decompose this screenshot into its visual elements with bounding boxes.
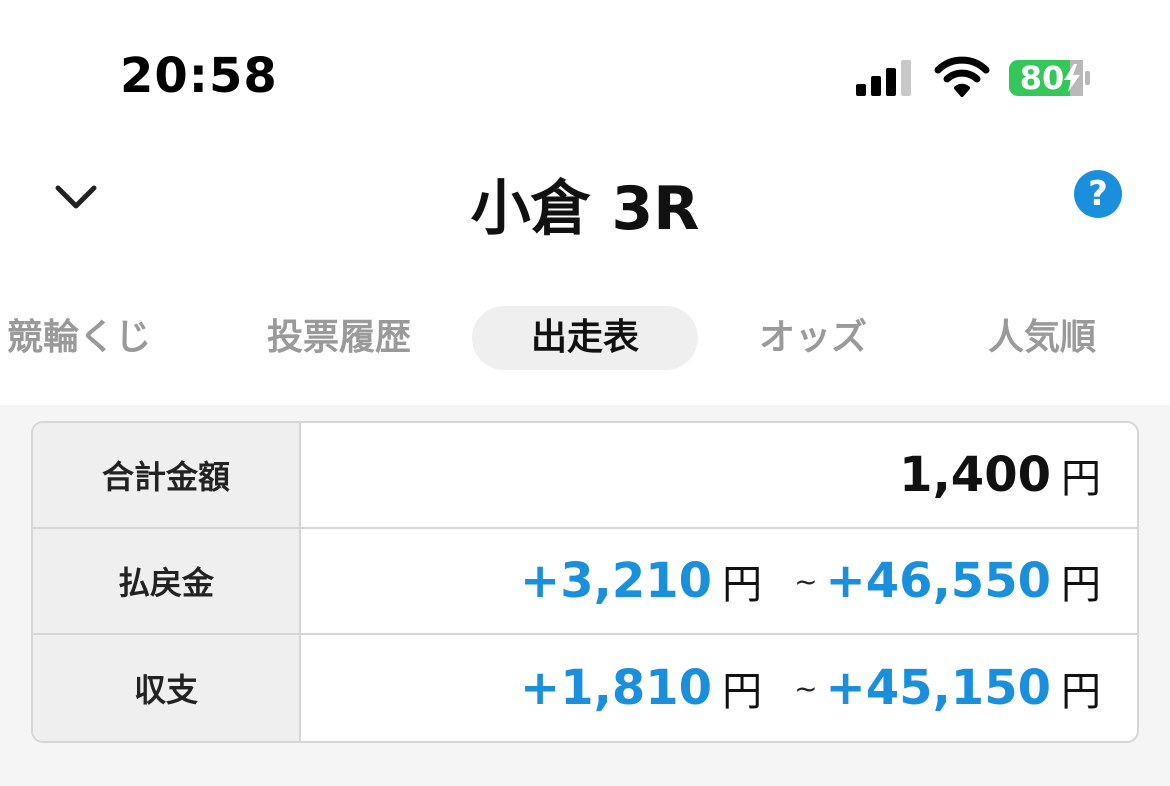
total-amount-value: 1,400 円: [899, 423, 1101, 527]
payout-row: 払戻金 +3,210 円 ~ +46,550 円: [33, 529, 1137, 635]
yen-unit: 円: [722, 562, 763, 608]
total-amount-label: 合計金額: [33, 423, 301, 527]
tab-odds[interactable]: オッズ: [730, 306, 896, 370]
tab-vote-history[interactable]: 投票履歴: [254, 306, 424, 370]
page-title: 小倉 3R: [470, 174, 700, 244]
range-separator: ~: [794, 671, 818, 705]
balance-min: +1,810: [520, 660, 713, 716]
status-bar: 20:58 80: [0, 0, 1170, 150]
balance-label: 収支: [33, 635, 301, 741]
range-separator: ~: [794, 564, 818, 598]
balance-max: +45,150: [825, 660, 1051, 716]
tab-bar: 競輪くじ 投票履歴 出走表 オッズ 人気順: [0, 300, 1170, 376]
yen-unit: 円: [722, 669, 763, 715]
tab-race-card[interactable]: 出走表: [472, 306, 698, 370]
payout-max: +46,550: [825, 553, 1051, 609]
tab-keirin-kuji[interactable]: 競輪くじ: [0, 306, 164, 370]
balance-row: 収支 +1,810 円 ~ +45,150 円: [33, 635, 1137, 741]
yen-unit: 円: [1061, 562, 1101, 608]
cellular-signal-icon: [856, 60, 911, 96]
tab-popularity[interactable]: 人気順: [962, 306, 1122, 370]
payout-label: 払戻金: [33, 529, 301, 633]
bet-summary-table: 合計金額 1,400 円 払戻金 +3,210 円 ~ +46,550 円 収支…: [31, 421, 1139, 743]
content-area: 合計金額 1,400 円 払戻金 +3,210 円 ~ +46,550 円 収支…: [0, 405, 1170, 786]
balance-value: +1,810 円 ~ +45,150 円: [520, 635, 1101, 741]
payout-min: +3,210: [520, 553, 713, 609]
yen-unit: 円: [1061, 456, 1101, 502]
status-time: 20:58: [120, 48, 278, 104]
help-button[interactable]: ?: [1074, 170, 1122, 218]
yen-unit: 円: [1061, 669, 1101, 715]
total-amount: 1,400: [899, 447, 1051, 503]
battery-level: 80: [1019, 59, 1065, 97]
wifi-icon: [934, 56, 990, 97]
payout-value: +3,210 円 ~ +46,550 円: [520, 529, 1101, 633]
total-amount-row: 合計金額 1,400 円: [33, 423, 1137, 529]
battery-charging-icon: 80: [1008, 58, 1092, 98]
header: 小倉 3R ?: [0, 150, 1170, 250]
